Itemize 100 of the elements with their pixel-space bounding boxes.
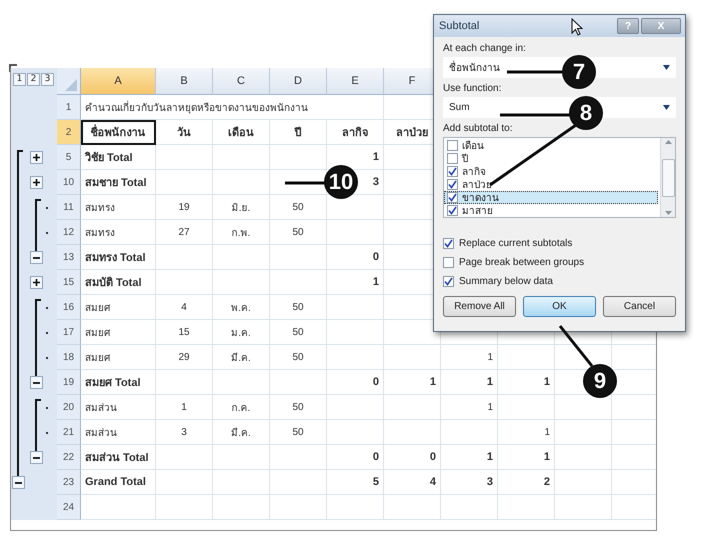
row-header[interactable]: 1 (57, 95, 81, 120)
row-header[interactable]: 2 (57, 120, 81, 145)
checkbox[interactable] (447, 166, 458, 177)
outline-level-button[interactable]: 3 (41, 73, 54, 86)
collapse-button[interactable] (30, 376, 43, 389)
outline-level-button[interactable]: 1 (13, 73, 26, 86)
dialog-button[interactable]: Remove All (443, 296, 516, 317)
table-cell: สมชาย Total (81, 170, 156, 195)
table-cell (555, 470, 612, 495)
column-header[interactable]: B (156, 68, 213, 95)
table-cell: 15 (156, 320, 213, 345)
table-cell (384, 495, 441, 520)
column-header[interactable]: D (270, 68, 327, 95)
column-header[interactable]: C (213, 68, 270, 95)
table-cell: มี.ค. (213, 345, 270, 370)
row-header[interactable]: 20 (57, 395, 81, 420)
table-cell (213, 495, 270, 520)
outline-level-button[interactable]: 2 (27, 73, 40, 86)
mouse-pointer-icon (571, 18, 583, 36)
table-cell: สมบัติ Total (81, 270, 156, 295)
table-cell (156, 270, 213, 295)
table-cell (441, 420, 498, 445)
table-cell: 0 (327, 245, 384, 270)
list-item[interactable]: เดือน (444, 139, 658, 152)
checkbox[interactable] (447, 153, 458, 164)
checkbox-option[interactable]: Replace current subtotals (443, 234, 676, 253)
plus-icon (33, 179, 40, 186)
plus-icon (33, 154, 40, 161)
table-cell: 1 (498, 445, 555, 470)
table-cell: 4 (156, 295, 213, 320)
list-item[interactable]: มาสาย (444, 204, 658, 217)
collapse-button[interactable] (12, 476, 25, 489)
list-item[interactable]: ขาดงาน (444, 191, 658, 204)
collapse-button[interactable] (30, 451, 43, 464)
table-cell: 1 (441, 345, 498, 370)
scroll-thumb[interactable] (662, 158, 674, 196)
row-header[interactable]: 10 (57, 170, 81, 195)
table-cell: 5 (327, 470, 384, 495)
table-cell (270, 445, 327, 470)
row-header[interactable]: 15 (57, 270, 81, 295)
table-cell: 50 (270, 420, 327, 445)
row-header[interactable]: 18 (57, 345, 81, 370)
checkbox-option[interactable]: Summary below data (443, 272, 676, 291)
checkbox[interactable] (447, 192, 458, 203)
minus-icon (33, 456, 40, 458)
column-header[interactable]: E (327, 68, 384, 95)
table-cell: 0 (384, 445, 441, 470)
checkbox[interactable] (447, 179, 458, 190)
table-cell (441, 495, 498, 520)
row-header[interactable]: 23 (57, 470, 81, 495)
scroll-up-icon[interactable] (664, 140, 672, 144)
list-item[interactable]: ปี (444, 152, 658, 165)
scroll-down-icon[interactable] (664, 211, 672, 215)
collapse-button[interactable] (30, 251, 43, 264)
dropdown-arrow-icon[interactable] (663, 105, 670, 110)
expand-button[interactable] (30, 276, 43, 289)
table-cell: 1 (327, 270, 384, 295)
scrollbar[interactable] (660, 138, 675, 217)
leader-line (558, 325, 594, 367)
table-cell: 50 (270, 345, 327, 370)
checkbox[interactable] (443, 238, 454, 249)
checkbox[interactable] (443, 257, 454, 268)
row-header[interactable]: 24 (57, 495, 81, 520)
table-cell (555, 445, 612, 470)
row-header[interactable]: 17 (57, 320, 81, 345)
dropdown-arrow-icon[interactable] (663, 65, 670, 70)
checkbox-option[interactable]: Page break between groups (443, 253, 676, 272)
expand-button[interactable] (30, 151, 43, 164)
list-item[interactable]: ลากิจ (444, 165, 658, 178)
checkbox[interactable] (447, 140, 458, 151)
row-header[interactable]: 21 (57, 420, 81, 445)
row-header[interactable]: 5 (57, 145, 81, 170)
row-header[interactable]: 11 (57, 195, 81, 220)
table-cell (327, 420, 384, 445)
table-cell: 19 (156, 195, 213, 220)
row-header[interactable]: 12 (57, 220, 81, 245)
table-cell (270, 495, 327, 520)
check-icon (444, 277, 453, 286)
table-cell: 3 (156, 420, 213, 445)
table-cell (270, 145, 327, 170)
column-header[interactable]: A (81, 68, 156, 95)
table-cell (213, 370, 270, 395)
selected-cell[interactable]: ชื่อพนักงาน (81, 120, 156, 145)
column-heading-cell: ลากิจ (327, 120, 384, 145)
expand-button[interactable] (30, 176, 43, 189)
dialog-button[interactable]: OK (523, 296, 596, 317)
dialog-button[interactable]: Cancel (603, 296, 676, 317)
table-cell (156, 170, 213, 195)
table-cell (498, 395, 555, 420)
row-header[interactable]: 16 (57, 295, 81, 320)
list-item[interactable]: ลาป่วย (444, 178, 658, 191)
minus-icon (33, 382, 40, 384)
checkbox[interactable] (443, 276, 454, 287)
row-header[interactable]: 19 (57, 370, 81, 395)
table-cell: 4 (384, 470, 441, 495)
dialog-title: Subtotal (439, 20, 480, 32)
checkbox[interactable] (447, 205, 458, 216)
row-header[interactable]: 22 (57, 445, 81, 470)
row-header[interactable]: 13 (57, 245, 81, 270)
table-cell: สมทรง (81, 195, 156, 220)
